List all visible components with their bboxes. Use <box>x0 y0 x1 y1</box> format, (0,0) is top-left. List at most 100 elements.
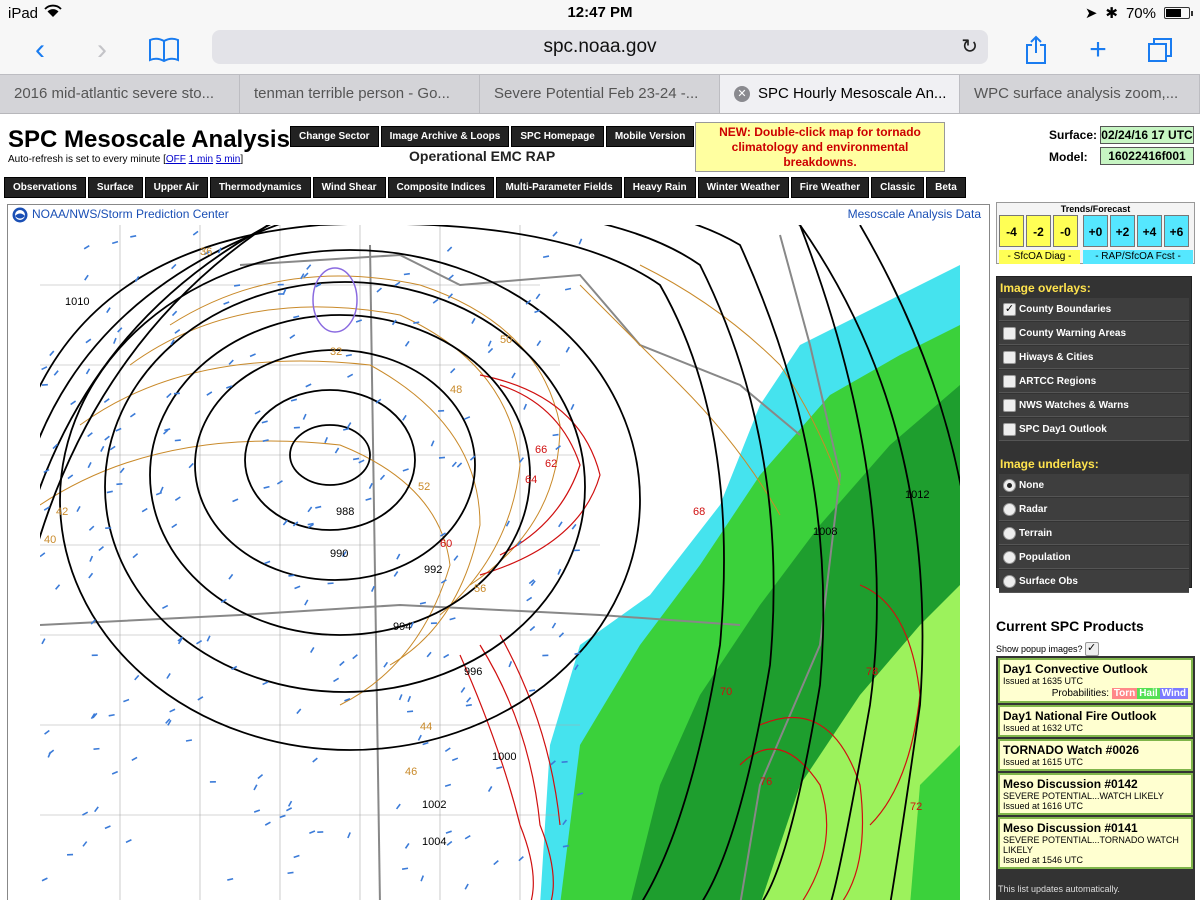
share-icon[interactable] <box>1016 30 1056 70</box>
underlay-surface-obs[interactable]: Surface Obs <box>999 570 1189 593</box>
overlay-hiways-cities[interactable]: Hiways & Cities <box>999 346 1189 369</box>
wind-barb <box>287 871 294 875</box>
wind-barb <box>406 710 414 713</box>
torn-link[interactable]: Torn <box>1111 688 1138 699</box>
isobar-label: 988 <box>336 506 354 518</box>
radio[interactable] <box>1003 550 1016 564</box>
overlay-county-boundaries[interactable]: ✓ County Boundaries <box>999 298 1189 321</box>
tab-title: tenman terrible person - Go... <box>254 85 450 102</box>
overlay-spc-day1-outlook[interactable]: SPC Day1 Outlook <box>999 418 1189 441</box>
wind-barb <box>116 482 123 486</box>
trend-minus4-button[interactable]: -4 <box>999 215 1024 247</box>
nav-multi-parameter[interactable]: Multi-Parameter Fields <box>496 177 622 198</box>
tab-2[interactable]: tenman terrible person - Go... <box>240 75 480 113</box>
new-tab-icon[interactable]: + <box>1078 30 1118 70</box>
mobile-version-button[interactable]: Mobile Version <box>605 126 695 147</box>
battery-percent: 70% <box>1125 4 1156 22</box>
radio[interactable] <box>1003 526 1016 540</box>
wind-barb <box>552 433 559 437</box>
temperature-label: 40 <box>44 534 56 546</box>
underlay-population[interactable]: Population <box>999 546 1189 569</box>
checkbox[interactable] <box>1003 350 1016 364</box>
overlay-nws-watches[interactable]: NWS Watches & Warns <box>999 394 1189 417</box>
bookmarks-icon[interactable] <box>144 30 184 70</box>
overlay-artcc-regions[interactable]: ARTCC Regions <box>999 370 1189 393</box>
tab-3[interactable]: Severe Potential Feb 23-24 -... <box>480 75 720 113</box>
nav-classic[interactable]: Classic <box>871 177 925 198</box>
fcst-plus2-button[interactable]: +2 <box>1110 215 1135 247</box>
trend-minus0-button[interactable]: -0 <box>1053 215 1078 247</box>
mesoscale-map[interactable]: NOAA/NWS/Storm Prediction Center Mesosca… <box>7 204 990 900</box>
popup-checkbox-checked[interactable]: ✓ <box>1084 642 1099 656</box>
top-buttons: Change Sector Image Archive & Loops SPC … <box>290 126 695 147</box>
underlay-radar[interactable]: Radar <box>999 498 1189 521</box>
radio[interactable] <box>1003 574 1016 588</box>
wind-barb <box>174 439 181 442</box>
checkbox[interactable] <box>1003 326 1016 340</box>
product-tornado-watch[interactable]: TORNADO Watch #0026 Issued at 1615 UTC <box>998 739 1193 771</box>
forward-icon[interactable]: › <box>82 30 122 70</box>
checkbox[interactable] <box>1003 422 1016 436</box>
option-label: SPC Day1 Outlook <box>1019 423 1107 435</box>
change-sector-button[interactable]: Change Sector <box>290 126 379 147</box>
fcst-plus0-button[interactable]: +0 <box>1083 215 1108 247</box>
overlay-county-warning-areas[interactable]: County Warning Areas <box>999 322 1189 345</box>
nav-winter-weather[interactable]: Winter Weather <box>697 177 789 198</box>
checkbox[interactable] <box>1003 398 1016 412</box>
checkbox-checked[interactable]: ✓ <box>1003 302 1016 316</box>
tab-5[interactable]: WPC surface analysis zoom,... <box>960 75 1200 113</box>
autorefresh-info: Auto-refresh is set to every minute [OFF… <box>8 154 243 165</box>
spc-homepage-button[interactable]: SPC Homepage <box>511 126 604 147</box>
trend-minus2-button[interactable]: -2 <box>1026 215 1051 247</box>
popup-toggle[interactable]: Show popup images? ✓ <box>996 642 1099 656</box>
wind-barb <box>345 353 352 357</box>
product-day1-convective[interactable]: Day1 Convective Outlook Issued at 1635 U… <box>998 658 1193 703</box>
nav-composite-indices[interactable]: Composite Indices <box>387 177 495 198</box>
reload-icon[interactable]: ↻ <box>961 30 978 64</box>
product-fire-outlook[interactable]: Day1 National Fire Outlook Issued at 163… <box>998 705 1193 737</box>
tab-1[interactable]: 2016 mid-atlantic severe sto... <box>0 75 240 113</box>
fcst-plus4-button[interactable]: +4 <box>1137 215 1162 247</box>
wind-barb <box>438 456 446 459</box>
nav-heavy-rain[interactable]: Heavy Rain <box>623 177 696 198</box>
nav-surface[interactable]: Surface <box>87 177 143 198</box>
nav-beta[interactable]: Beta <box>926 177 966 198</box>
nav-observations[interactable]: Observations <box>4 177 86 198</box>
isobar-label: 1000 <box>492 751 516 763</box>
address-bar[interactable]: spc.noaa.gov ↻ <box>212 30 988 64</box>
isobar-label: 1004 <box>422 836 446 848</box>
product-md-0141[interactable]: Meso Discussion #0141 SEVERE POTENTIAL..… <box>998 817 1193 869</box>
product-title: Day1 Convective Outlook <box>1003 662 1148 676</box>
hail-link[interactable]: Hail <box>1137 688 1160 699</box>
option-label: Terrain <box>1019 527 1053 539</box>
status-bar: iPad 12:47 PM ➤ ✱ 70% <box>0 0 1200 26</box>
refresh-1min-link[interactable]: 1 min <box>189 154 213 165</box>
fcst-plus6-button[interactable]: +6 <box>1164 215 1189 247</box>
tabs-overview-icon[interactable] <box>1140 30 1180 70</box>
refresh-off-link[interactable]: OFF <box>166 154 186 165</box>
close-tab-icon[interactable]: ✕ <box>734 86 750 103</box>
radio-selected[interactable] <box>1003 478 1016 492</box>
nav-upper-air[interactable]: Upper Air <box>144 177 208 198</box>
product-md-0142[interactable]: Meso Discussion #0142 SEVERE POTENTIAL..… <box>998 773 1193 815</box>
map-image[interactable]: 988 990 992 994 996 1000 1002 1004 1008 … <box>40 225 960 900</box>
dewpoint-label: 62 <box>545 458 557 470</box>
wind-barb <box>529 689 536 692</box>
temperature-label: 56 <box>474 583 486 595</box>
product-subtitle: Issued at 1635 UTC <box>1003 676 1084 686</box>
image-archive-button[interactable]: Image Archive & Loops <box>380 126 510 147</box>
product-title: Meso Discussion #0141 <box>1003 821 1138 835</box>
tab-title: SPC Hourly Mesoscale An... <box>758 85 947 102</box>
underlay-terrain[interactable]: Terrain <box>999 522 1189 545</box>
nav-fire-weather[interactable]: Fire Weather <box>790 177 870 198</box>
wind-link[interactable]: Wind <box>1159 688 1188 699</box>
nav-wind-shear[interactable]: Wind Shear <box>312 177 386 198</box>
back-icon[interactable]: ‹ <box>20 30 60 70</box>
radio[interactable] <box>1003 502 1016 516</box>
refresh-5min-link[interactable]: 5 min <box>216 154 240 165</box>
nav-thermodynamics[interactable]: Thermodynamics <box>209 177 311 198</box>
checkbox[interactable] <box>1003 374 1016 388</box>
tab-4-active[interactable]: ✕ SPC Hourly Mesoscale An... <box>720 75 960 113</box>
model-title: Operational EMC RAP <box>409 148 556 164</box>
underlay-none[interactable]: None <box>999 474 1189 497</box>
